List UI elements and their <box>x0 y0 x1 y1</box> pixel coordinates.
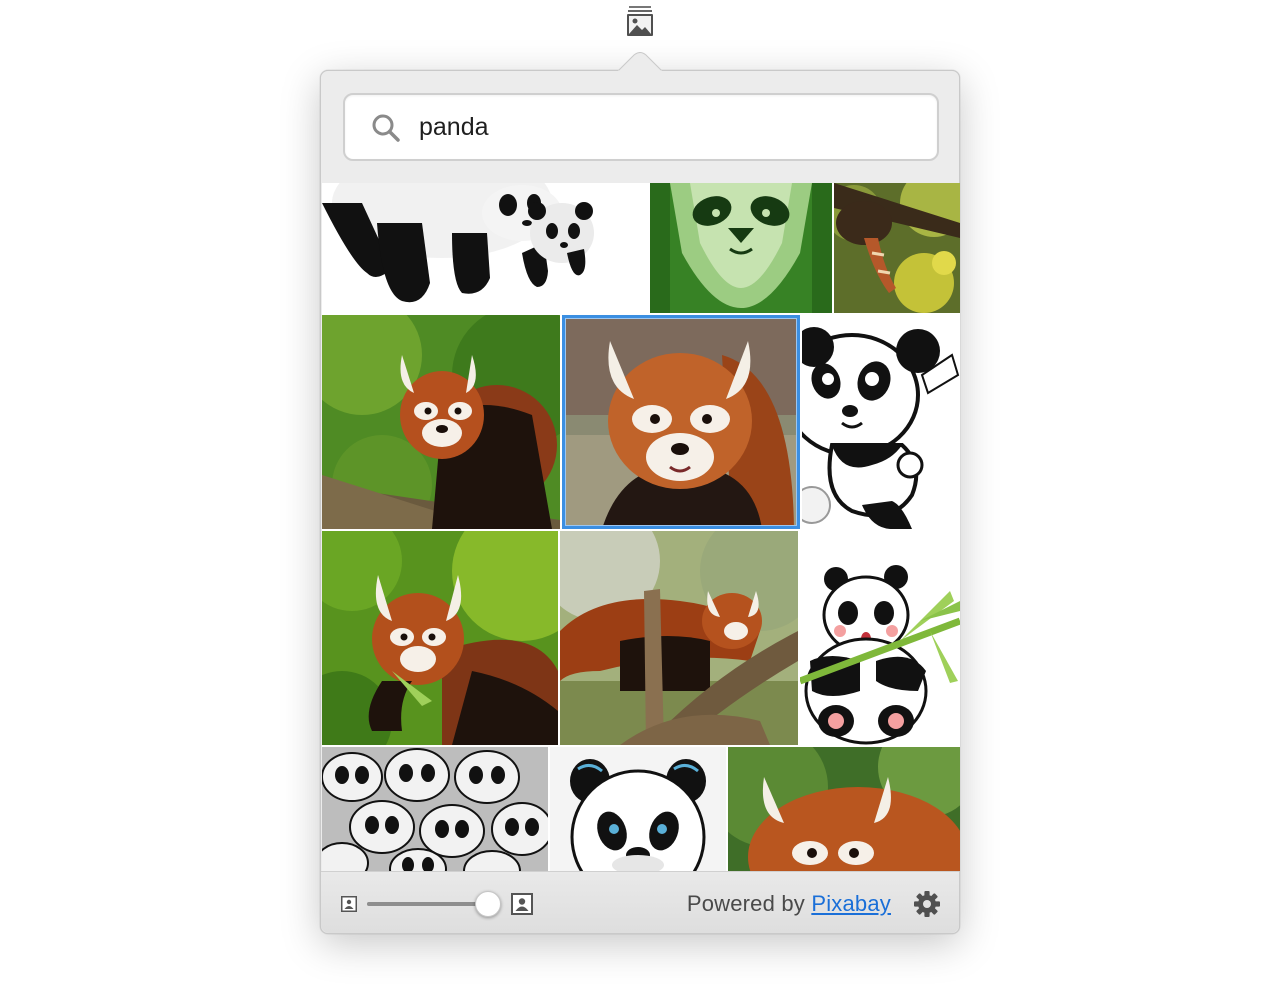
powered-prefix: Powered by <box>686 891 806 916</box>
slider-fill <box>367 902 488 906</box>
popover-arrow <box>618 52 662 72</box>
image-results-grid[interactable] <box>322 183 960 871</box>
image-result[interactable] <box>322 315 560 529</box>
search-icon <box>372 114 400 142</box>
menubar-app-icon[interactable] <box>625 4 655 38</box>
image-result[interactable] <box>322 747 548 871</box>
search-area <box>321 71 959 183</box>
search-box[interactable] <box>343 93 939 161</box>
image-result[interactable] <box>560 531 798 745</box>
image-result[interactable] <box>550 747 726 871</box>
image-result[interactable] <box>800 531 960 745</box>
slider-knob[interactable] <box>474 891 501 917</box>
powered-by-text: Powered by Pixabay <box>687 891 891 917</box>
image-result[interactable] <box>834 183 960 313</box>
image-result[interactable] <box>802 315 960 529</box>
image-result[interactable] <box>728 747 960 871</box>
image-result[interactable] <box>322 531 558 745</box>
search-input[interactable] <box>419 109 919 145</box>
image-search-popover: Powered by Pixabay <box>320 70 960 934</box>
large-thumbnail-icon[interactable] <box>511 893 533 915</box>
gear-icon[interactable] <box>913 890 941 918</box>
image-result-selected[interactable] <box>562 315 800 529</box>
image-result[interactable] <box>650 183 832 313</box>
small-thumbnail-icon[interactable] <box>341 896 357 912</box>
footer-toolbar: Powered by Pixabay <box>321 871 959 933</box>
image-result[interactable] <box>322 183 648 313</box>
pixabay-link[interactable]: Pixabay <box>811 891 891 916</box>
